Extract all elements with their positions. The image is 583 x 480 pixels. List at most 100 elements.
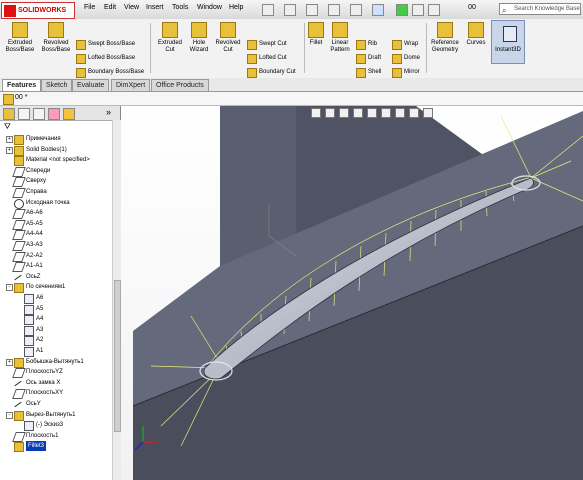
linear-pattern-button[interactable]: Linear Pattern [326,22,354,54]
feature-manager-toolbar: » [0,106,120,121]
plane-icon [12,251,26,262]
swept-boss-label: Swept Boss/Base [88,41,136,47]
tree-node-label: A5-A5 [26,220,43,227]
tab-sketch[interactable]: Sketch [41,79,73,91]
apply-scene-icon[interactable] [423,108,433,118]
lofted-boss-button[interactable]: Lofted Boss/Base [76,53,135,64]
dome-icon [392,54,402,64]
tree-node-label: ОсьY [26,401,41,407]
draft-icon [356,54,366,64]
revolved-boss-label: Revolved Boss/Base [41,40,71,53]
instant3d-button[interactable]: Instant3D [491,20,525,64]
tree-node-label: Спереди [26,167,51,174]
rebuild-traffic-light-icon[interactable] [396,4,408,16]
shell-label: Shell [368,69,382,75]
boundary-boss-button[interactable]: Boundary Boss/Base [76,67,144,78]
fillet-button[interactable]: Fillet [306,22,326,47]
rib-button[interactable]: Rib [356,39,377,50]
feature-icon [14,442,24,453]
zoom-to-fit-icon[interactable] [311,108,321,118]
display-style-icon[interactable] [381,108,391,118]
previous-view-icon[interactable] [339,108,349,118]
section-view-icon[interactable] [353,108,363,118]
tab-evaluate[interactable]: Evaluate [72,79,110,91]
part-document-icon [3,94,14,105]
tree-node-label: Примечания [26,136,61,142]
model-viewport[interactable] [121,106,583,480]
expand-icon[interactable]: + [6,358,13,366]
wrap-button[interactable]: Wrap [392,39,418,50]
plane-icon [12,241,26,251]
collapse-icon[interactable]: - [6,411,13,419]
tree-node-label: Fillet3 [26,441,47,452]
draft-button[interactable]: Draft [356,53,381,64]
menu-file[interactable]: File [84,4,95,11]
tree-node-label: A6 [36,295,44,301]
menu-view[interactable]: View [124,4,139,11]
menu-help[interactable]: Help [229,4,243,11]
new-document-icon[interactable] [262,4,274,16]
menu-insert[interactable]: Insert [146,4,164,11]
solidworks-logo[interactable]: SOLIDWORKS [1,2,75,19]
view-orientation-icon[interactable] [367,108,377,118]
boundary-cut-button[interactable]: Boundary Cut [247,67,296,78]
extruded-cut-button[interactable]: Extruded Cut [154,22,186,54]
toolbar-separator [150,23,151,73]
shell-button[interactable]: Shell [356,67,382,78]
expand-chevron-icon[interactable]: » [106,107,111,117]
collapse-icon[interactable]: - [6,284,13,292]
plane-icon [12,431,26,442]
edit-appearance-icon[interactable] [409,108,419,118]
scrollbar-thumb[interactable] [114,280,121,432]
feature-icon [14,283,24,294]
reference-geometry-button[interactable]: Reference Geometry [428,22,462,54]
select-pointer-icon[interactable] [372,4,384,16]
zoom-to-area-icon[interactable] [325,108,335,118]
menu-tools[interactable]: Tools [172,4,188,11]
menu-window[interactable]: Window [197,4,222,11]
property-manager-tab-icon[interactable] [18,108,30,120]
display-manager-tab-icon[interactable] [63,108,75,120]
sketch-icon [24,336,34,347]
search-knowledge-base-input[interactable]: ⌕ Search Knowledge Base [499,3,581,15]
feature-tree-tab-icon[interactable] [3,108,15,120]
file-properties-icon[interactable] [412,4,424,16]
extruded-cut-icon [162,22,178,38]
tree-node-label: Плоскость1 [26,432,59,439]
expand-icon[interactable]: + [6,136,13,143]
tab-office-products[interactable]: Office Products [151,79,209,91]
menu-edit[interactable]: Edit [104,4,116,11]
feature-tree-scrollbar[interactable] [112,120,121,480]
expand-icon[interactable]: + [6,146,13,154]
tab-features[interactable]: Features [2,79,42,91]
undo-icon[interactable] [350,4,362,16]
save-icon[interactable] [306,4,318,16]
revolved-cut-button[interactable]: Revolved Cut [212,22,244,54]
tab-dimxpert[interactable]: DimXpert [111,79,151,91]
swept-cut-button[interactable]: Swept Cut [247,39,287,50]
revolved-boss-button[interactable]: Revolved Boss/Base [40,22,72,54]
boundary-cut-label: Boundary Cut [259,69,296,75]
dome-button[interactable]: Dome [392,53,420,64]
plane-icon [12,209,26,220]
dimxpert-manager-tab-icon[interactable] [48,108,60,120]
hide-show-items-icon[interactable] [395,108,405,118]
mirror-button[interactable]: Mirror [392,67,420,78]
brand-label: SOLIDWORKS [18,7,67,14]
tree-node-label: A1-A1 [26,263,43,270]
tree-node-label: A5 [36,305,44,312]
swept-boss-button[interactable]: Swept Boss/Base [76,39,136,50]
filter-funnel-icon[interactable]: ⛛ [4,122,11,132]
open-folder-icon[interactable] [284,4,296,16]
revolved-boss-icon [48,22,64,38]
extruded-boss-button[interactable]: Extruded Boss/Base [4,22,36,54]
print-icon[interactable] [328,4,340,16]
curves-button[interactable]: Curves [464,22,488,47]
axis-icon [14,401,22,408]
hole-wizard-icon [191,22,207,38]
lofted-cut-button[interactable]: Lofted Cut [247,53,287,64]
options-gear-icon[interactable] [428,4,440,16]
hole-wizard-button[interactable]: Hole Wizard [186,22,212,54]
graphics-area[interactable] [121,106,583,480]
configuration-manager-tab-icon[interactable] [33,108,45,120]
